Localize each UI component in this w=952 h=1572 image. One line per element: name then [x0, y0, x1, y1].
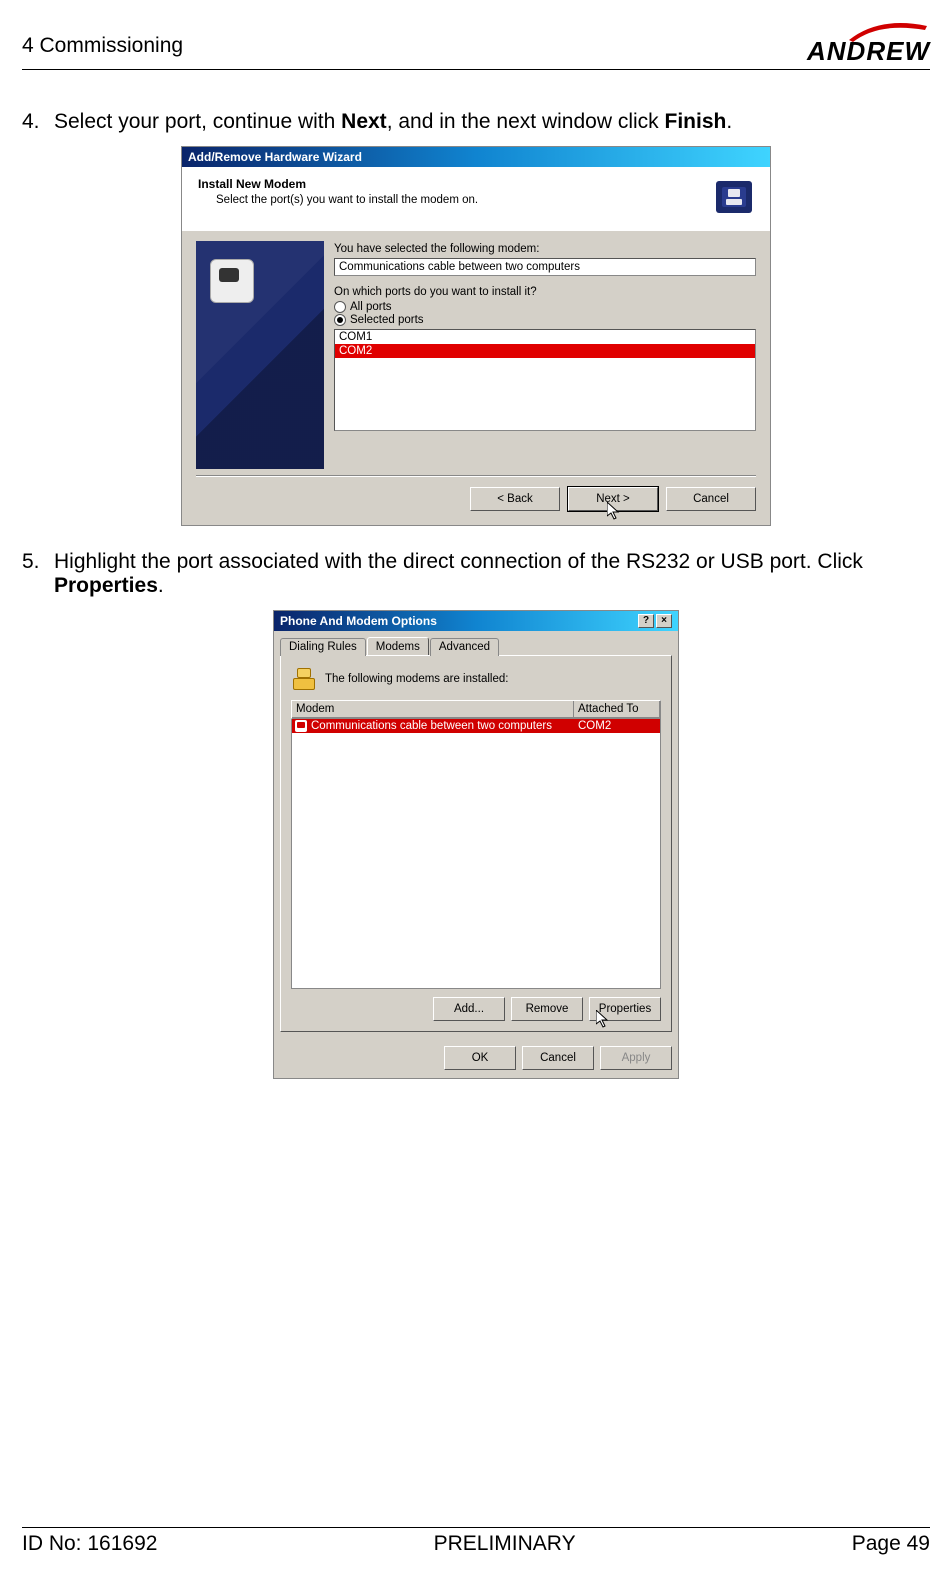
page-header: 4 Commissioning ANDREW [22, 20, 930, 70]
tab-dialing-rules[interactable]: Dialing Rules [280, 638, 366, 656]
selected-modem-label: You have selected the following modem: [334, 243, 756, 255]
doc-status: PRELIMINARY [434, 1532, 576, 1556]
selected-modem-field[interactable]: Communications cable between two compute… [334, 258, 756, 276]
port-item-com2[interactable]: COM2 [335, 344, 755, 358]
installed-label: The following modems are installed: [325, 673, 508, 685]
phone-modem-options-dialog: Phone And Modem Options ? × Dialing Rule… [273, 610, 679, 1079]
dialog-titlebar[interactable]: Add/Remove Hardware Wizard [182, 147, 770, 167]
apply-button[interactable]: Apply [600, 1046, 672, 1070]
ok-button[interactable]: OK [444, 1046, 516, 1070]
brand-text: ANDREW [807, 36, 930, 67]
wizard-subheading: Select the port(s) you want to install t… [198, 194, 478, 206]
cancel-button[interactable]: Cancel [666, 487, 756, 511]
radio-all-ports[interactable]: All ports [334, 301, 756, 313]
doc-id: ID No: 161692 [22, 1532, 157, 1556]
hardware-wizard-dialog: Add/Remove Hardware Wizard Install New M… [181, 146, 771, 526]
page-number: Page 49 [852, 1532, 930, 1556]
step-number: 5. [22, 550, 54, 598]
help-button[interactable]: ? [638, 614, 654, 628]
next-button[interactable]: Next > [568, 487, 658, 511]
tab-modems[interactable]: Modems [367, 637, 429, 655]
column-headers: Modem Attached To [291, 700, 661, 719]
page-footer: ID No: 161692 PRELIMINARY Page 49 [22, 1527, 930, 1556]
dialog-title: Add/Remove Hardware Wizard [188, 150, 362, 164]
radio-icon [334, 301, 346, 313]
section-title: 4 Commissioning [22, 20, 183, 58]
step-number: 4. [22, 110, 54, 134]
tab-panel: The following modems are installed: Mode… [280, 655, 672, 1032]
modem-row-icon [294, 719, 308, 733]
ports-question-label: On which ports do you want to install it… [334, 286, 756, 298]
tab-advanced[interactable]: Advanced [430, 638, 499, 656]
ports-listbox[interactable]: COM1 COM2 [334, 329, 756, 431]
modem-row-port: COM2 [578, 719, 658, 733]
radio-selected-ports[interactable]: Selected ports [334, 314, 756, 326]
col-modem[interactable]: Modem [292, 701, 574, 718]
modem-wizard-icon [714, 179, 754, 215]
dialog-titlebar[interactable]: Phone And Modem Options ? × [274, 611, 678, 631]
add-button[interactable]: Add... [433, 997, 505, 1021]
radio-icon [334, 314, 346, 326]
properties-button[interactable]: Properties [589, 997, 661, 1021]
modem-list[interactable]: Communications cable between two compute… [291, 719, 661, 989]
wizard-heading: Install New Modem [198, 177, 478, 191]
step-4: 4. Select your port, continue with Next,… [22, 110, 930, 134]
modem-icon [291, 668, 317, 690]
back-button[interactable]: < Back [470, 487, 560, 511]
col-attached[interactable]: Attached To [574, 701, 660, 718]
tab-strip: Dialing Rules Modems Advanced [274, 631, 678, 655]
step-text: Select your port, continue with Next, an… [54, 110, 930, 134]
dialog-title: Phone And Modem Options [280, 614, 437, 628]
wizard-side-art [196, 241, 324, 469]
modem-row-name: Communications cable between two compute… [311, 719, 578, 733]
cancel-button[interactable]: Cancel [522, 1046, 594, 1070]
close-button[interactable]: × [656, 614, 672, 628]
remove-button[interactable]: Remove [511, 997, 583, 1021]
port-item-com1[interactable]: COM1 [335, 330, 755, 344]
wizard-header: Install New Modem Select the port(s) you… [182, 167, 770, 231]
cursor-icon [607, 502, 623, 522]
brand-logo: ANDREW [807, 20, 930, 67]
step-text: Highlight the port associated with the d… [54, 550, 930, 598]
modem-row[interactable]: Communications cable between two compute… [292, 719, 660, 733]
step-5: 5. Highlight the port associated with th… [22, 550, 930, 598]
